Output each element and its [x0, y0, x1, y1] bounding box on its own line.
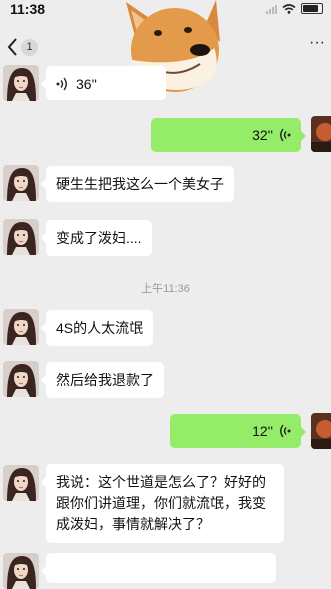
message-text: 然后给我退款了 [56, 372, 154, 388]
wifi-icon [282, 3, 296, 14]
message-timestamp: 上午11:36 [141, 283, 190, 295]
status-time: 11:38 [10, 1, 46, 17]
text-message[interactable]: 我说：这个世道是怎么了？好好的跟你们讲道理，你们就流氓，我变成泼妇，事情就解决了… [41, 464, 284, 543]
voice-duration: 12'' [252, 423, 273, 439]
voice-wave-icon [280, 424, 291, 438]
message-text: 我说：这个世道是怎么了？好好的跟你们讲道理，你们就流氓，我变成泼妇，事情就解决了… [56, 474, 266, 532]
text-message[interactable] [41, 553, 276, 583]
message-text: 4S的人太流氓 [56, 320, 144, 336]
avatar[interactable] [311, 413, 331, 449]
message-text: 硬生生把我这么一个美女子 [56, 176, 224, 192]
avatar[interactable] [3, 165, 39, 201]
signal-icon [266, 4, 277, 14]
more-button[interactable]: ··· [309, 34, 325, 52]
battery-icon [301, 3, 323, 14]
avatar[interactable] [3, 309, 39, 345]
avatar[interactable] [311, 116, 331, 152]
avatar[interactable] [3, 219, 39, 255]
voice-wave-icon [280, 128, 291, 142]
avatar[interactable] [3, 465, 39, 501]
text-message[interactable]: 硬生生把我这么一个美女子 [41, 166, 234, 202]
avatar[interactable] [3, 553, 39, 589]
voice-message[interactable]: 12'' [170, 414, 306, 448]
back-chevron-icon[interactable] [6, 36, 18, 58]
text-message[interactable]: 变成了泼妇.... [41, 220, 152, 256]
avatar[interactable] [3, 361, 39, 397]
text-message[interactable]: 然后给我退款了 [41, 362, 164, 398]
unread-badge[interactable]: 1 [21, 39, 38, 56]
avatar[interactable] [3, 65, 39, 101]
voice-message[interactable]: 32'' [151, 118, 306, 152]
voice-message[interactable]: 36'' [41, 66, 166, 100]
voice-duration: 32'' [252, 127, 273, 143]
status-icons [266, 3, 323, 14]
message-text: 变成了泼妇.... [56, 230, 142, 246]
text-message[interactable]: 4S的人太流氓 [40, 310, 154, 346]
voice-wave-icon [56, 77, 67, 91]
voice-duration: 36'' [76, 76, 97, 92]
